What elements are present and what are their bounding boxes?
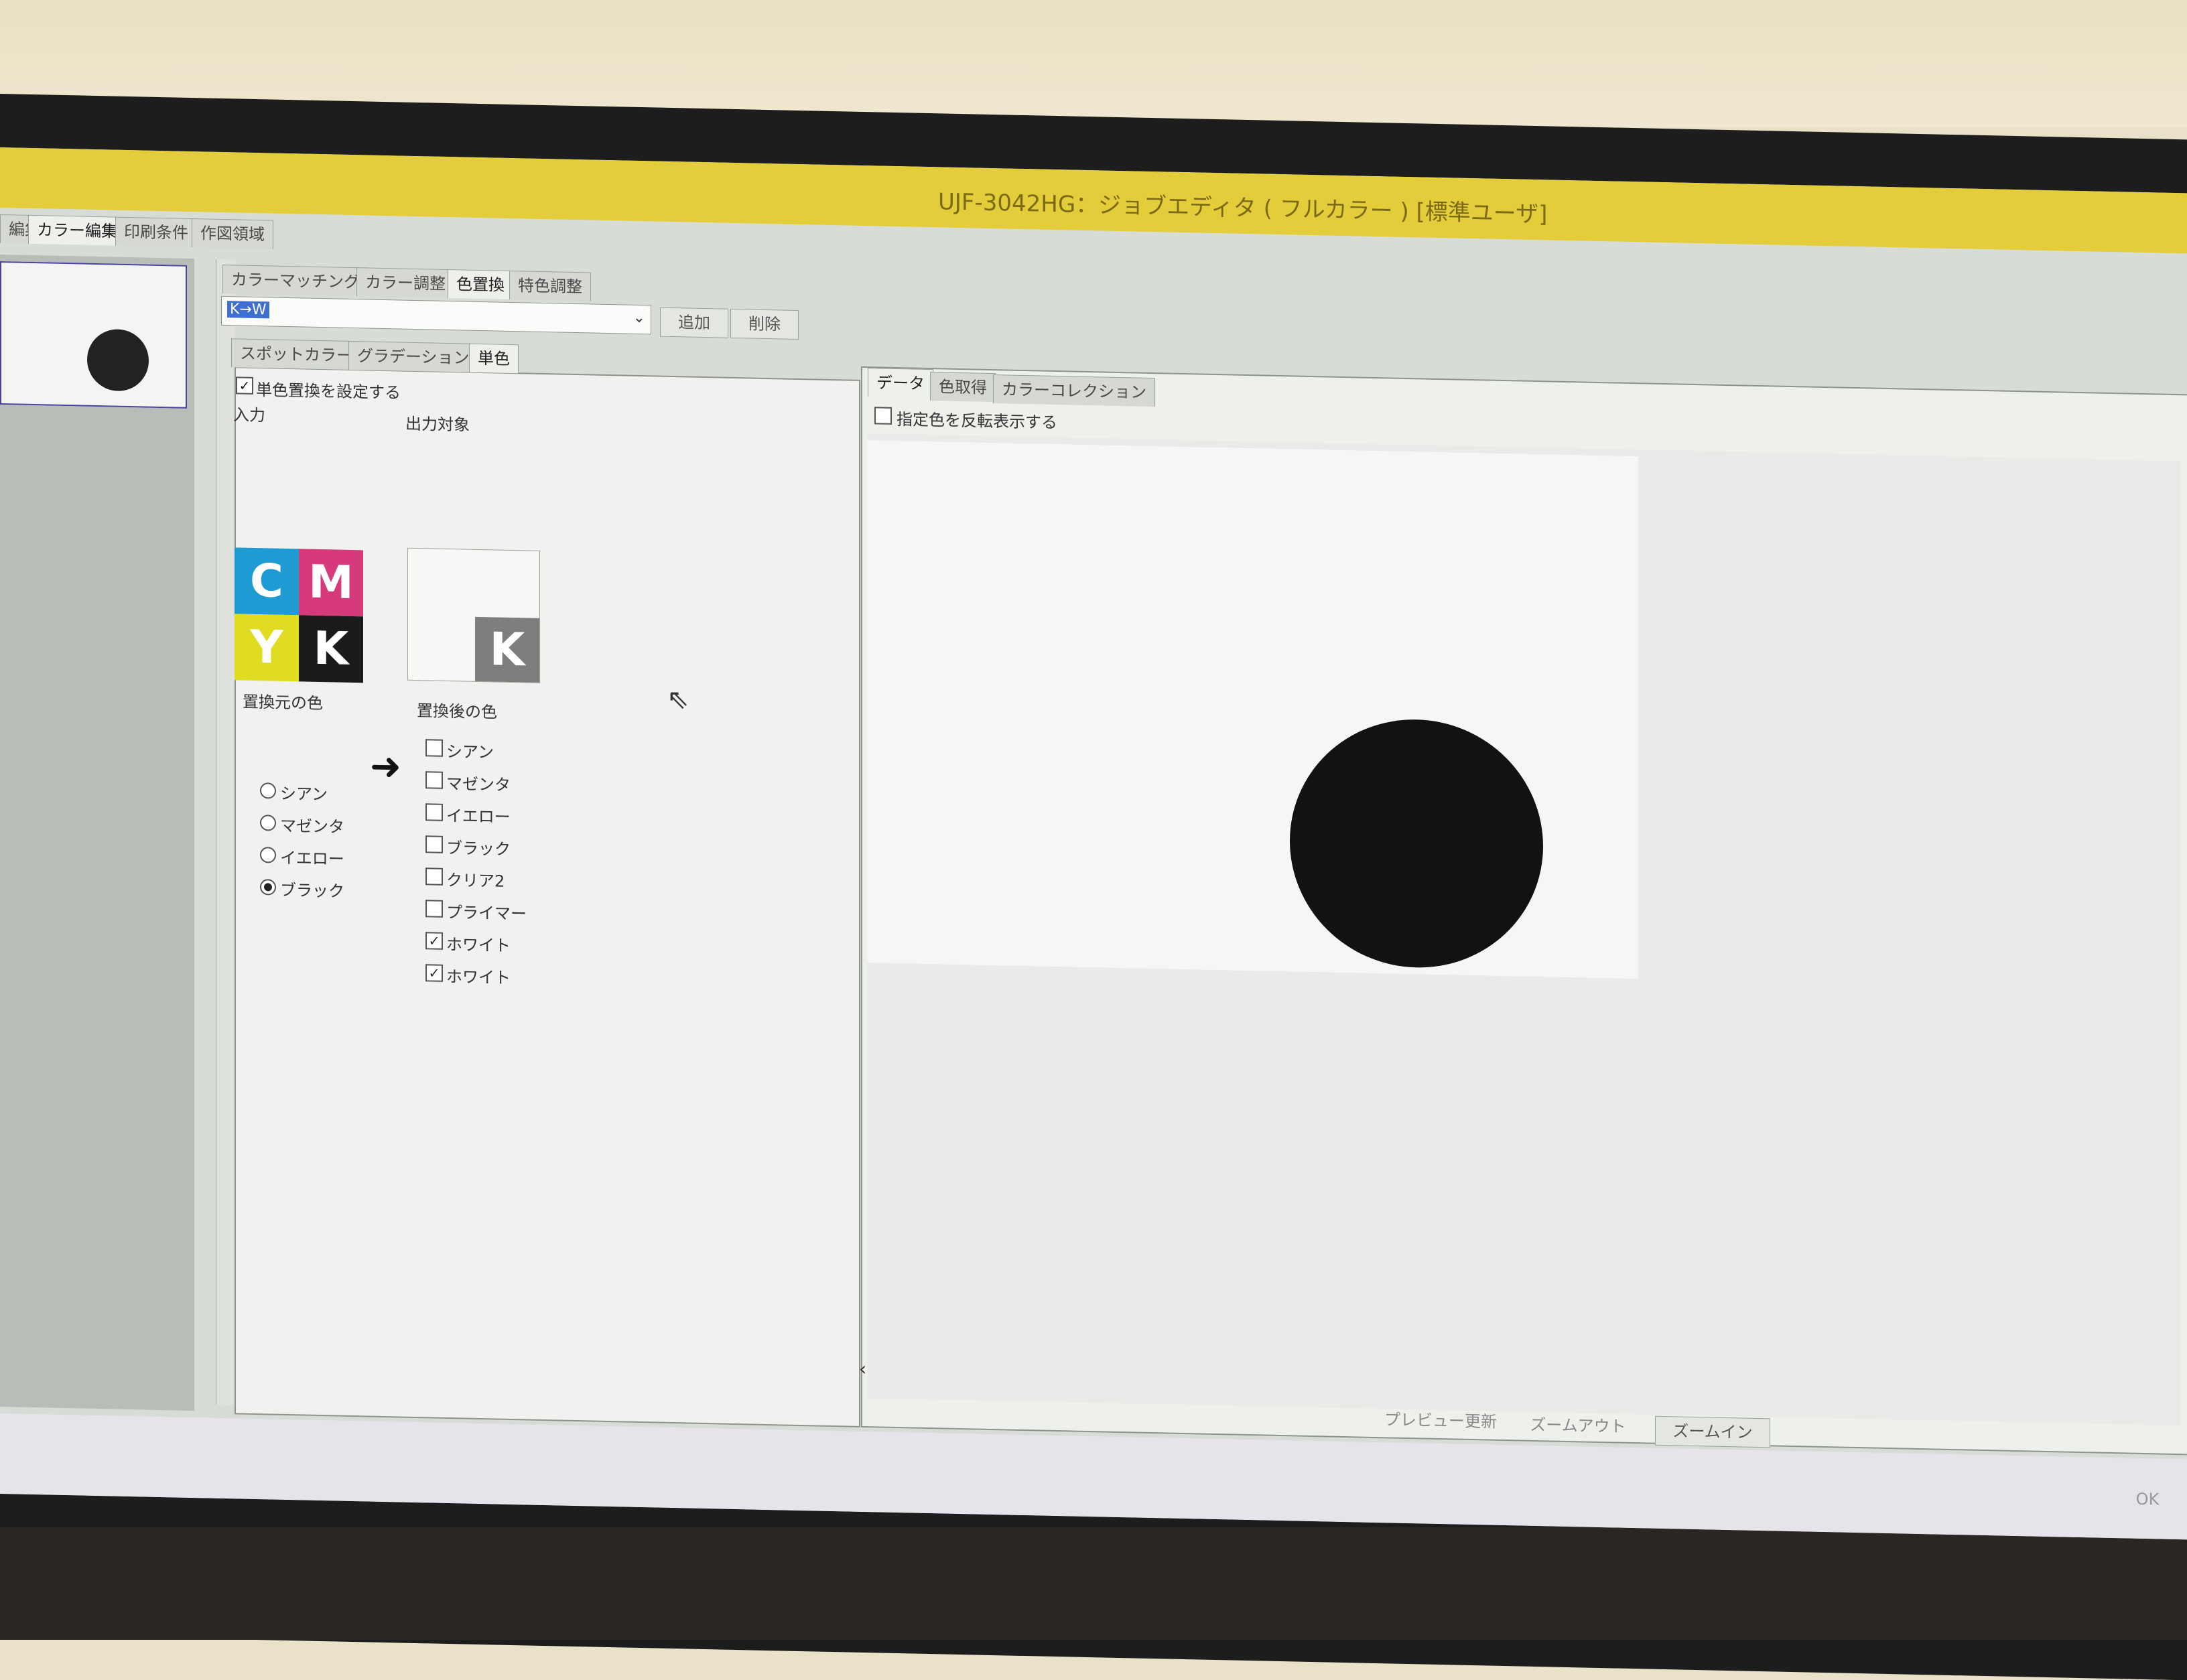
scroll-left-icon[interactable]: ‹ [859, 1358, 866, 1380]
preview-page [868, 440, 1638, 979]
ok-button[interactable]: OK [2117, 1484, 2178, 1514]
tab-color-replace[interactable]: 色置換 [448, 269, 513, 300]
enable-single-replace-label: 単色置換を設定する [256, 380, 401, 403]
dest-cyan-checkbox[interactable] [425, 739, 443, 757]
output-target-box: K [407, 547, 540, 683]
tab-color-adjust[interactable]: カラー調整 [356, 267, 454, 299]
tab-color-correction[interactable]: カラーコレクション [993, 374, 1155, 407]
dest-yellow-checkbox[interactable] [425, 803, 443, 821]
zoom-in-button[interactable]: ズームイン [1655, 1415, 1770, 1448]
window-title: UJF-3042HG：ジョブエディタ ( フルカラー ) [標準ユーザ] [938, 188, 1548, 228]
dest-white2-checkbox[interactable]: ✓ [425, 964, 443, 982]
output-target-label: 出力対象 [405, 414, 470, 435]
thumbnail-circle [87, 328, 149, 392]
source-cyan-label: シアン [280, 784, 328, 804]
desk [0, 1527, 2187, 1640]
dest-black-label: ブラック [446, 838, 511, 859]
preset-select[interactable]: K→W ⌄ [221, 295, 651, 335]
thumbnail-panel [0, 255, 194, 1411]
dest-magenta-checkbox[interactable] [425, 771, 443, 789]
cmyk-input-grid: C M Y K [235, 547, 363, 683]
dest-yellow-label: イエロー [446, 806, 511, 827]
black-swatch: K [299, 615, 363, 683]
chevron-down-icon: ⌄ [633, 309, 645, 327]
dest-primer-checkbox[interactable] [425, 900, 443, 918]
preset-value: K→W [227, 301, 269, 319]
invert-display-checkbox[interactable] [874, 407, 892, 425]
thumbnail-scrollbar[interactable] [216, 259, 235, 1405]
delete-button[interactable]: 削除 [730, 308, 799, 340]
tab-color-edit[interactable]: カラー編集 [28, 214, 126, 246]
mouse-cursor-icon: ⇖ [667, 683, 689, 715]
app-window: UJF-3042HG：ジョブエディタ ( フルカラー ) [標準ユーザ] 編集 … [0, 147, 2187, 1540]
arrow-right-icon: ➜ [370, 744, 401, 789]
magenta-swatch: M [299, 549, 363, 617]
enable-single-replace-checkbox[interactable]: ✓ [236, 376, 253, 395]
radio-source-yellow[interactable] [260, 847, 276, 863]
dest-clear2-checkbox[interactable] [425, 867, 443, 886]
invert-display-label: 指定色を反転表示する [897, 410, 1057, 433]
dest-primer-label: プライマー [446, 902, 527, 924]
source-black-label: ブラック [280, 880, 344, 901]
source-color-label: 置換元の色 [243, 692, 323, 713]
preview-circle [1290, 717, 1543, 971]
tab-color-pick[interactable]: 色取得 [930, 372, 996, 403]
add-button[interactable]: 追加 [660, 307, 728, 338]
output-k-swatch: K [475, 616, 539, 683]
tab-spot-adjust[interactable]: 特色調整 [509, 270, 591, 301]
input-label: 入力 [233, 405, 265, 425]
radio-source-cyan[interactable] [260, 782, 276, 799]
tab-gradation[interactable]: グラデーション [348, 340, 478, 372]
zoom-out-button[interactable]: ズームアウト [1514, 1410, 1642, 1441]
dest-clear2-label: クリア2 [446, 870, 505, 891]
dest-white1-checkbox[interactable]: ✓ [425, 932, 443, 950]
radio-source-black[interactable] [260, 879, 276, 896]
cyan-swatch: C [235, 547, 299, 616]
tab-data[interactable]: データ [868, 368, 933, 399]
source-magenta-label: マゼンタ [280, 816, 344, 837]
yellow-swatch: Y [235, 614, 299, 682]
tab-single-color[interactable]: 単色 [469, 343, 519, 374]
dest-white2-label: ホワイト [446, 967, 511, 987]
dest-magenta-label: マゼンタ [446, 774, 511, 794]
dest-color-label: 置換後の色 [417, 701, 497, 722]
tab-spot-color[interactable]: スポットカラー [231, 338, 361, 370]
dest-white1-label: ホワイト [446, 934, 511, 955]
preview-refresh-button[interactable]: プレビュー更新 [1374, 1405, 1508, 1436]
dest-black-checkbox[interactable] [425, 835, 443, 853]
preview-canvas[interactable]: ⇖ [667, 433, 2181, 1426]
radio-source-magenta[interactable] [260, 815, 276, 831]
dest-cyan-label: シアン [446, 742, 494, 762]
thumbnail[interactable] [0, 261, 187, 409]
tab-print-conditions[interactable]: 印刷条件 [115, 216, 197, 248]
source-yellow-label: イエロー [280, 848, 344, 869]
tab-color-matching[interactable]: カラーマッチング [222, 264, 369, 297]
tab-drawing-area[interactable]: 作図領域 [192, 218, 273, 249]
